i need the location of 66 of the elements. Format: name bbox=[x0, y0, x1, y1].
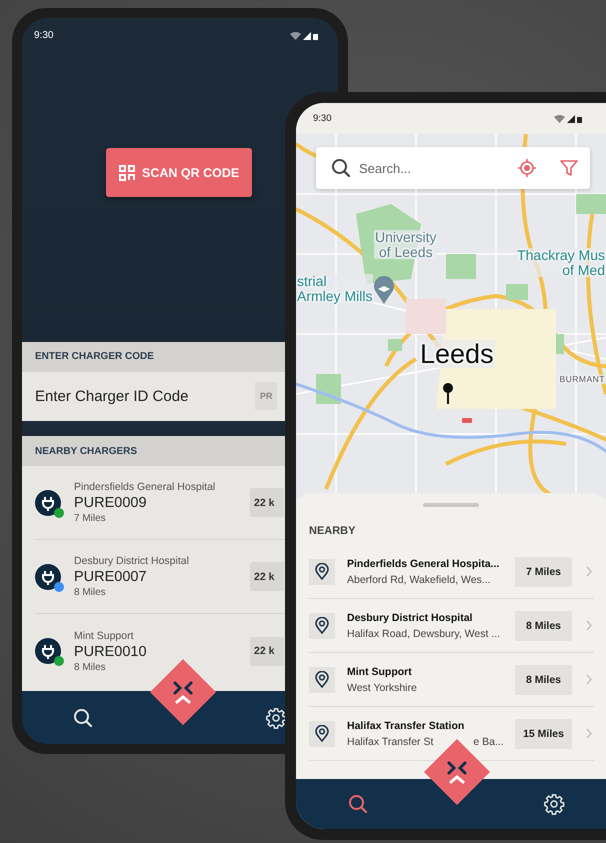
place-address: West Yorkshire bbox=[347, 682, 417, 694]
status-time: 9:30 bbox=[313, 113, 332, 124]
plug-icon bbox=[35, 490, 61, 516]
train-station-icon bbox=[462, 418, 472, 423]
charger-code: PURE0007 bbox=[74, 569, 148, 586]
signal-icon bbox=[303, 32, 311, 40]
wifi-icon bbox=[554, 114, 565, 122]
university-pin-icon bbox=[374, 276, 394, 304]
place-address: Halifax Road, Dewsbury, West ... bbox=[347, 628, 500, 640]
filter-icon[interactable] bbox=[560, 159, 578, 177]
location-pin-icon bbox=[315, 617, 329, 634]
place-address: Halifax Transfer St bbox=[347, 736, 434, 748]
charger-distance: 7 Miles bbox=[74, 513, 107, 524]
search-icon bbox=[331, 158, 351, 178]
locate-icon[interactable] bbox=[518, 159, 536, 177]
place-name: Desbury District Hospital bbox=[347, 612, 474, 624]
charger-site: Desbury District Hospital bbox=[74, 555, 190, 568]
place-name: Pinderfields General Hospita... bbox=[347, 558, 500, 570]
distance-badge: 8 Miles bbox=[515, 664, 572, 694]
chevron-right-icon bbox=[586, 674, 592, 685]
search-icon[interactable] bbox=[73, 708, 93, 728]
charger-distance: 8 Miles bbox=[74, 662, 107, 673]
signal-icon bbox=[567, 114, 575, 122]
battery-icon bbox=[577, 114, 582, 122]
nearby-list-item[interactable]: Pinderfields General Hospita... Aberford Rd, Wakefield, Wes... 7 Miles bbox=[309, 545, 594, 599]
settings-icon[interactable] bbox=[265, 706, 287, 729]
battery-icon bbox=[313, 32, 318, 40]
power-badge: 22 k bbox=[250, 636, 284, 666]
wifi-icon bbox=[290, 32, 301, 40]
qr-code-icon bbox=[119, 164, 135, 180]
location-pin-icon bbox=[315, 563, 329, 580]
status-time: 9:30 bbox=[34, 30, 54, 41]
place-address: e Ba... bbox=[473, 736, 504, 748]
charger-site: Mint Support bbox=[74, 630, 135, 642]
section-heading: NEARBY CHARGERS bbox=[35, 446, 138, 457]
settings-icon[interactable] bbox=[543, 793, 565, 815]
place-name: Halifax Transfer Station bbox=[347, 720, 466, 732]
map-label: Leeds bbox=[419, 340, 495, 368]
chevron-right-icon bbox=[586, 566, 592, 577]
map-label: Thackray Mus of Med bbox=[516, 248, 606, 278]
location-pin-icon bbox=[443, 383, 453, 404]
place-name: Mint Support bbox=[347, 666, 413, 678]
chevron-right-icon bbox=[586, 620, 592, 631]
power-badge: 22 k bbox=[250, 488, 284, 518]
charger-code: PURE0009 bbox=[74, 495, 148, 512]
charger-distance: 8 Miles bbox=[74, 587, 107, 598]
drag-handle[interactable] bbox=[423, 503, 479, 507]
search-field[interactable]: Search... bbox=[359, 160, 509, 176]
charger-code: PURE0010 bbox=[74, 644, 148, 660]
section-heading: ENTER CHARGER CODE bbox=[35, 351, 154, 362]
distance-badge: 15 Miles bbox=[515, 718, 572, 748]
distance-badge: 8 Miles bbox=[515, 610, 572, 640]
location-pin-icon bbox=[315, 725, 329, 742]
place-address: Aberford Rd, Wakefield, Wes... bbox=[347, 574, 491, 586]
plug-icon bbox=[35, 564, 61, 590]
plug-icon bbox=[35, 638, 61, 664]
power-badge: 22 k bbox=[250, 562, 284, 592]
nearby-list-item[interactable]: Mint Support West Yorkshire 8 Miles bbox=[309, 653, 594, 707]
distance-badge: 7 Miles bbox=[515, 556, 572, 586]
charger-site: Pindersfields General Hospital bbox=[74, 481, 216, 494]
map-label: strial Armley Mills bbox=[296, 274, 374, 304]
nearby-list-item[interactable]: Desbury District Hospital Halifax Road, Dewsbury, West ... 8 Miles bbox=[309, 599, 594, 653]
location-pin-icon bbox=[315, 671, 329, 688]
section-heading: NEARBY bbox=[309, 525, 356, 537]
chevron-right-icon bbox=[586, 728, 592, 739]
map-label: University of Leeds bbox=[374, 230, 438, 260]
